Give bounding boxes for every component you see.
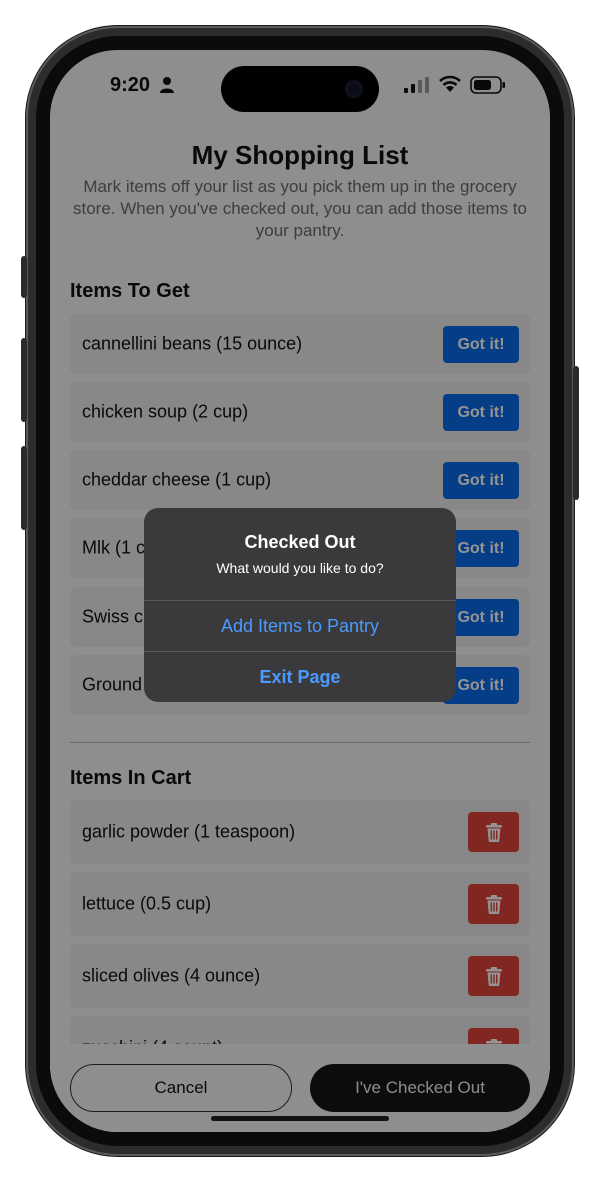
exit-page-button[interactable]: Exit Page [144,652,456,702]
volume-up-button [21,338,27,422]
home-indicator[interactable] [211,1116,389,1121]
screen: 9:20 My Shopping List Mark items off you… [50,50,550,1132]
add-items-to-pantry-button[interactable]: Add Items to Pantry [144,601,456,651]
alert-title: Checked Out [244,532,356,552]
checked-out-alert: Checked Out What would you like to do? A… [144,508,456,702]
alert-message: What would you like to do? [216,560,384,576]
power-button [573,366,579,500]
action-button [21,256,27,298]
volume-down-button [21,446,27,530]
